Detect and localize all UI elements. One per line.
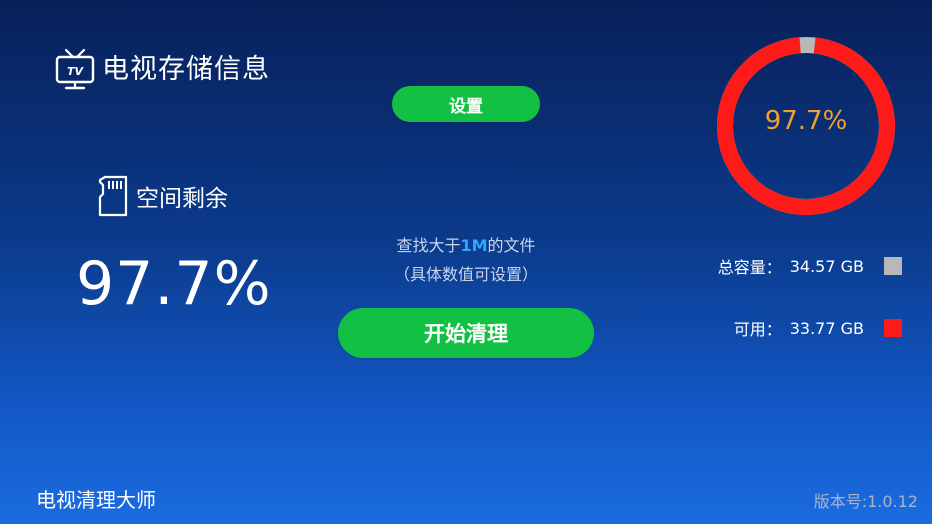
legend-total-label: 总容量： (717, 258, 782, 277)
legend-total-value: 34.57 GB (789, 256, 864, 276)
app-name: 电视清理大师 (36, 488, 156, 512)
legend-available: 可用： 33.77 GB (734, 316, 902, 340)
file-size-hint: 查找大于1M的文件 (350, 232, 582, 256)
legend-total-capacity: 总容量： 34.57 GB (718, 254, 902, 278)
tv-icon: TV (55, 48, 95, 90)
remaining-percent: 97.7% (76, 249, 272, 319)
hint-suffix: 的文件 (487, 236, 536, 255)
legend-total-swatch (884, 257, 902, 275)
settings-button[interactable]: 设置 (392, 86, 540, 122)
legend-available-value: 33.77 GB (789, 318, 864, 338)
space-remaining-label: 空间剩余 (136, 186, 228, 212)
legend-available-label: 可用： (733, 320, 782, 339)
svg-text:TV: TV (67, 65, 85, 78)
hint-size-threshold: 1M (460, 236, 488, 255)
hint-prefix: 查找大于 (396, 236, 461, 255)
sd-card-icon (98, 175, 128, 217)
header: TV 电视存储信息 (54, 46, 270, 92)
hint-configurable-note: （具体数值可设置） (393, 265, 538, 284)
page-title: 电视存储信息 (102, 53, 270, 85)
ring-percent-label: 97.7% (764, 106, 848, 136)
legend-available-swatch (884, 319, 902, 337)
space-remaining-label-row: 空间剩余 (96, 174, 228, 218)
version-label: 版本号:1.0.12 (813, 492, 918, 511)
start-clean-button[interactable]: 开始清理 (338, 308, 594, 358)
